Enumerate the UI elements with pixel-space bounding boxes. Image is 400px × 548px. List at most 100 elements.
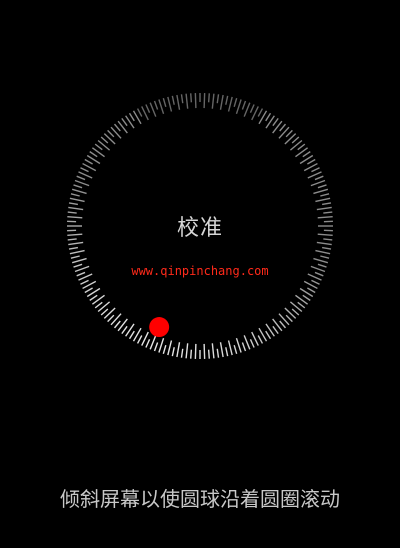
dial-tick	[128, 112, 135, 122]
dial-tick	[302, 151, 311, 158]
dial-tick	[317, 184, 327, 189]
dial-tick	[194, 343, 197, 359]
dial-tick	[320, 193, 330, 197]
dial-tick	[225, 95, 229, 105]
watermark-text: www.qinpinchang.com	[131, 264, 269, 278]
dial-tick	[73, 184, 83, 189]
dial-tick	[321, 246, 332, 250]
dial-tick	[190, 93, 193, 103]
dial-tick	[167, 96, 173, 112]
dial-tick	[291, 308, 300, 316]
dial-tick	[107, 314, 115, 323]
dial-tick	[289, 301, 303, 313]
dial-tick	[194, 93, 197, 109]
dial-tick	[279, 123, 287, 132]
dial-tick	[185, 343, 189, 359]
dial-tick	[84, 287, 93, 294]
dial-tick	[145, 104, 151, 114]
dial-tick	[307, 158, 316, 165]
dial-tick	[243, 335, 251, 350]
dial-tick	[103, 133, 116, 145]
dial-tick	[320, 255, 330, 259]
dial-tick	[313, 188, 329, 195]
dial-tick	[314, 175, 324, 181]
dial-tick	[107, 129, 115, 138]
dial-tick	[315, 197, 331, 203]
dial-tick	[243, 102, 251, 117]
dial-tick	[216, 348, 220, 358]
dial-tick	[167, 340, 173, 356]
dial-tick	[257, 108, 264, 117]
dial-tick	[71, 188, 87, 195]
dial-tick	[235, 99, 242, 114]
dial-tick	[233, 97, 238, 107]
dial-tick	[76, 175, 86, 181]
dial-tick	[291, 136, 300, 144]
dial-tick	[249, 338, 255, 348]
dial-tick	[89, 294, 98, 301]
dial-tick	[227, 96, 233, 112]
dial-tick	[113, 123, 121, 132]
dial-tick	[225, 347, 229, 357]
dial-tick	[285, 314, 293, 323]
dial-tick	[69, 249, 85, 255]
dial-tick	[94, 143, 103, 151]
dial-tick	[278, 126, 290, 139]
dial-tick	[219, 94, 224, 110]
dial-tick	[313, 257, 329, 264]
dial-tick	[185, 93, 189, 109]
dial-tick	[113, 320, 121, 329]
dial-tick	[219, 342, 224, 358]
dial-tick	[310, 179, 326, 187]
dial-tick	[149, 102, 157, 117]
dial-tick	[149, 335, 157, 350]
dial-tick	[289, 139, 303, 151]
dial-tick	[180, 348, 184, 358]
dial-tick	[103, 307, 116, 319]
dial-tick	[203, 343, 206, 359]
dial-tick	[70, 255, 80, 259]
dial-tick	[315, 249, 331, 255]
dial-tick	[110, 126, 122, 139]
dial-tick	[297, 301, 306, 309]
rolling-ball	[149, 317, 170, 338]
dial-tick	[153, 342, 159, 352]
dial-tick	[272, 117, 279, 127]
dial-tick	[162, 345, 167, 355]
dial-tick	[94, 301, 103, 309]
dial-tick	[311, 167, 320, 173]
dial-tick	[100, 308, 109, 316]
dial-tick	[272, 325, 279, 335]
dial-tick	[70, 193, 80, 197]
dial-tick	[257, 335, 264, 344]
dial-tick	[321, 202, 332, 206]
dial-tick	[302, 294, 311, 301]
dial-tick	[316, 241, 332, 246]
dial-tick	[284, 307, 297, 319]
dial-tick	[145, 338, 151, 348]
dial-tick	[121, 325, 128, 335]
page-title: 校准	[176, 216, 223, 241]
dial-tick	[71, 257, 87, 264]
dial-tick	[265, 112, 272, 122]
dial-tick	[171, 95, 175, 105]
dial-tick	[279, 320, 287, 329]
dial-tick	[68, 202, 79, 206]
dial-tick	[136, 335, 143, 344]
dial-tick	[68, 241, 84, 246]
dial-tick	[211, 343, 215, 359]
dial-tick	[136, 108, 143, 117]
dial-tick	[207, 93, 210, 103]
dial-tick	[74, 179, 90, 187]
dial-tick	[69, 197, 85, 203]
calibration-screen: 校准 www.qinpinchang.com 倾斜屏幕以使圆球沿着圆圈滚动	[0, 0, 400, 548]
dial-tick	[110, 313, 122, 326]
dial-tick	[297, 143, 306, 151]
dial-tick	[207, 349, 210, 359]
dial-tick	[153, 100, 159, 110]
dial-tick	[265, 330, 272, 340]
dial-tick	[233, 345, 238, 355]
dial-tick	[307, 287, 316, 294]
dial-tick	[278, 313, 290, 326]
dial-tick	[176, 342, 181, 358]
